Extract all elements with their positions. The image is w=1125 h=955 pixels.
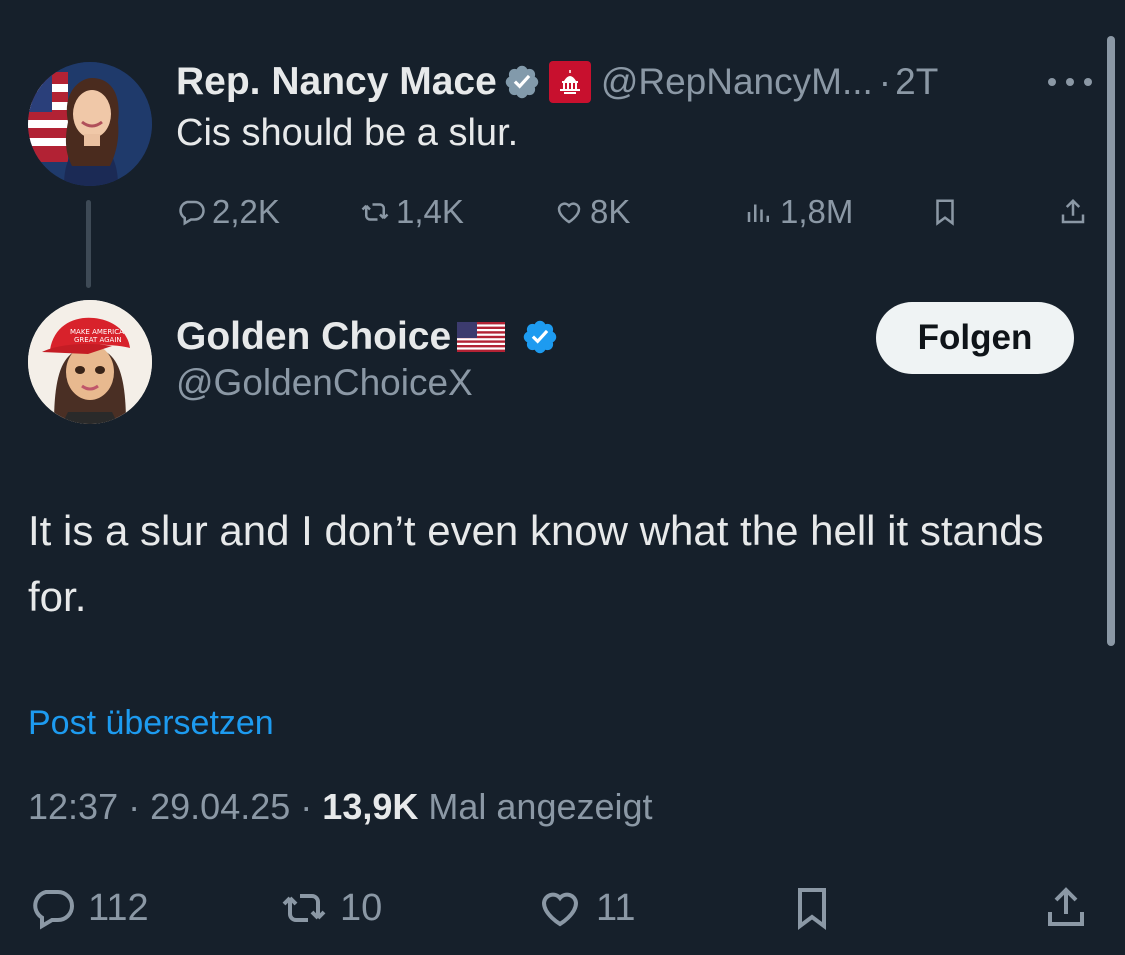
separator-dot: ·	[128, 786, 141, 827]
bookmark-icon	[798, 888, 826, 930]
reply-icon	[33, 890, 74, 930]
parent-reply-button[interactable]: 2,2K	[176, 190, 280, 234]
tweet-date[interactable]: 29.04.25	[150, 786, 290, 827]
tweet-time[interactable]: 12:37	[28, 786, 118, 827]
tweet-meta-row: 12:37 · 29.04.25 · 13,9K Mal angezeigt	[28, 786, 653, 828]
parent-tweet-header: Rep. Nancy Mace @RepNancyM... · 2T	[176, 58, 938, 106]
parent-author-avatar[interactable]	[28, 62, 152, 186]
share-icon	[1061, 198, 1085, 224]
repost-button[interactable]: 10	[280, 878, 382, 938]
reply-author-name[interactable]: Golden Choice	[176, 315, 451, 359]
repost-icon	[361, 203, 389, 221]
parent-share-button[interactable]	[1058, 190, 1094, 234]
separator-dot: ·	[878, 61, 892, 102]
heart-icon	[541, 892, 579, 927]
parent-tweet-actions: 2,2K 1,4K 8K 1,8M	[0, 190, 1125, 234]
reply-icon	[179, 200, 205, 226]
more-options-icon[interactable]	[1048, 75, 1092, 89]
bookmark-icon	[936, 199, 954, 226]
svg-text:MAKE AMERICA: MAKE AMERICA	[70, 328, 124, 336]
parent-views-count: 1,8M	[780, 193, 854, 230]
svg-text:GREAT AGAIN: GREAT AGAIN	[74, 336, 122, 344]
views-count: 13,9K	[322, 786, 419, 827]
house-gop-icon[interactable]	[548, 61, 591, 103]
parent-tweet-text: Cis should be a slur.	[176, 112, 519, 154]
reply-author-handle[interactable]: @GoldenChoiceX	[176, 362, 473, 404]
verified-gray-icon[interactable]	[503, 63, 541, 101]
views-chart-icon	[747, 204, 769, 222]
reply-tweet-header: Golden Choice	[176, 312, 559, 362]
translate-post-link[interactable]: Post übersetzen	[28, 704, 274, 743]
parent-views-button[interactable]: 1,8M	[744, 190, 853, 234]
views-label: Mal angezeigt	[428, 786, 653, 827]
share-button[interactable]	[1042, 878, 1102, 938]
reply-count: 112	[88, 886, 149, 929]
reply-tweet-actions: 112 10 11	[0, 878, 1125, 938]
bookmark-button[interactable]	[788, 878, 848, 938]
parent-author-handle[interactable]: @RepNancyM...	[601, 61, 873, 103]
parent-repost-count: 1,4K	[396, 193, 464, 230]
heart-icon	[557, 202, 581, 224]
repost-icon	[282, 894, 326, 922]
repost-count: 10	[340, 886, 383, 929]
reply-tweet-text: It is a slur and I don’t even know what …	[28, 507, 1044, 620]
parent-reply-count: 2,2K	[212, 193, 280, 230]
like-button[interactable]: 11	[536, 878, 635, 938]
separator-dot: ·	[300, 786, 313, 827]
like-count: 11	[596, 886, 636, 929]
parent-like-count: 8K	[590, 193, 631, 230]
parent-bookmark-button[interactable]	[930, 190, 966, 234]
parent-like-button[interactable]: 8K	[554, 190, 630, 234]
scrollbar[interactable]	[1107, 36, 1115, 646]
parent-tweet-time[interactable]: 2T	[895, 61, 938, 103]
reply-author-avatar[interactable]: MAKE AMERICA GREAT AGAIN	[28, 300, 152, 424]
parent-author-name[interactable]: Rep. Nancy Mace	[176, 60, 497, 104]
follow-button[interactable]: Folgen	[876, 302, 1074, 374]
share-icon	[1048, 887, 1084, 926]
reply-button[interactable]: 112	[28, 878, 149, 938]
verified-blue-icon[interactable]	[521, 318, 559, 356]
us-flag-icon	[457, 322, 506, 352]
parent-repost-button[interactable]: 1,4K	[360, 190, 464, 234]
tweet-thread-view: Rep. Nancy Mace @RepNancyM... · 2T Cis s…	[0, 0, 1125, 955]
